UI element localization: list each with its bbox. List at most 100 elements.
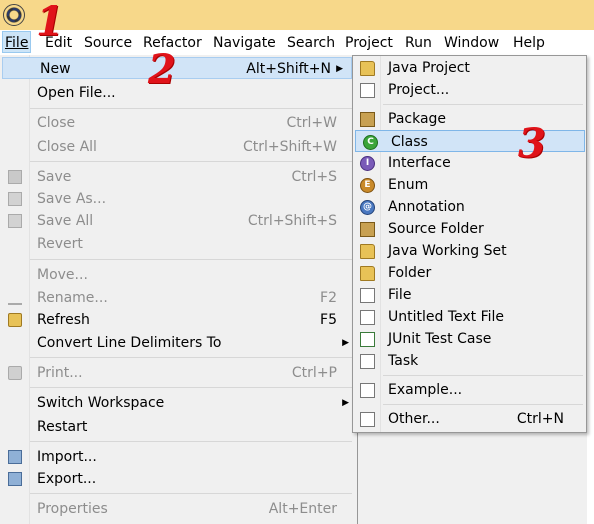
- submenu-arrow-icon: ▶: [336, 64, 343, 74]
- eclipse-icon[interactable]: [3, 4, 25, 26]
- file-menu: New Alt+Shift+N ▶ Open File... Close Ctr…: [0, 55, 358, 524]
- annotation-step-2: 2: [148, 46, 176, 93]
- menu-item-restart[interactable]: Restart: [0, 416, 357, 438]
- menu-item-label: Other...: [388, 411, 440, 427]
- menu-separator: [30, 441, 352, 442]
- menu-run[interactable]: Run: [405, 33, 432, 53]
- menu-item-label: File: [388, 287, 412, 303]
- menu-item-convert-line-delimiters[interactable]: Convert Line Delimiters To ▶: [0, 332, 357, 354]
- menu-item-print[interactable]: Print... Ctrl+P: [0, 362, 357, 384]
- submenu-item-interface[interactable]: I Interface: [353, 152, 586, 174]
- menu-item-rename[interactable]: Rename... F2: [0, 287, 357, 309]
- package-icon: [360, 112, 375, 127]
- menu-item-label: Project...: [388, 82, 450, 98]
- menu-item-close-all[interactable]: Close All Ctrl+Shift+W: [0, 136, 357, 158]
- menu-separator: [383, 375, 583, 376]
- menu-item-label: Export...: [37, 471, 97, 487]
- menu-separator: [30, 108, 352, 109]
- shortcut-label: Ctrl+P: [291, 365, 337, 381]
- menu-item-move[interactable]: Move...: [0, 264, 357, 286]
- menu-item-open-file[interactable]: Open File...: [0, 82, 357, 104]
- shortcut-label: Ctrl+N: [516, 411, 564, 427]
- menu-source[interactable]: Source: [84, 33, 132, 53]
- submenu-item-package[interactable]: Package: [353, 108, 586, 130]
- submenu-item-project[interactable]: Project...: [353, 79, 586, 101]
- menu-item-label: Switch Workspace: [37, 395, 165, 411]
- menu-item-label: Close All: [37, 139, 97, 155]
- menu-item-label: Folder: [388, 265, 432, 281]
- submenu-item-junit-test-case[interactable]: JUnit Test Case: [353, 328, 586, 350]
- menu-item-label: Save: [37, 169, 72, 185]
- menu-item-label: Rename...: [37, 290, 108, 306]
- menu-item-close[interactable]: Close Ctrl+W: [0, 112, 357, 134]
- shortcut-label: F2: [320, 290, 337, 306]
- shortcut-label: Alt+Enter: [268, 501, 337, 517]
- menu-item-label: Save As...: [37, 191, 107, 207]
- submenu-arrow-icon: ▶: [342, 398, 349, 408]
- submenu-item-annotation[interactable]: @ Annotation: [353, 196, 586, 218]
- menu-item-label: Convert Line Delimiters To: [37, 335, 222, 351]
- menu-separator: [383, 404, 583, 405]
- refresh-icon: [8, 313, 22, 327]
- menu-help[interactable]: Help: [513, 33, 545, 53]
- menu-separator: [30, 357, 352, 358]
- menu-item-label: Move...: [37, 267, 88, 283]
- shortcut-label: Ctrl+W: [286, 115, 337, 131]
- menu-item-switch-workspace[interactable]: Switch Workspace ▶: [0, 392, 357, 414]
- shortcut-label: Ctrl+Shift+W: [242, 139, 337, 155]
- menu-item-label: Refresh: [37, 312, 90, 328]
- menu-item-properties[interactable]: Properties Alt+Enter: [0, 498, 357, 520]
- enum-icon: E: [360, 178, 375, 193]
- menu-item-label: Open File...: [37, 85, 116, 101]
- menu-bar: File Edit Source Refactor Navigate Searc…: [0, 30, 594, 55]
- submenu-item-folder[interactable]: Folder: [353, 262, 586, 284]
- menu-item-label: Restart: [37, 419, 88, 435]
- menu-item-label: Untitled Text File: [388, 309, 505, 325]
- menu-item-export[interactable]: Export...: [0, 468, 357, 490]
- submenu-item-task[interactable]: Task: [353, 350, 586, 372]
- menu-separator: [30, 387, 352, 388]
- print-icon: [8, 366, 22, 380]
- menu-separator: [383, 104, 583, 105]
- menu-search[interactable]: Search: [287, 33, 335, 53]
- menu-item-revert[interactable]: Revert: [0, 233, 357, 255]
- menu-separator: [30, 161, 352, 162]
- menu-item-label: Class: [391, 134, 428, 150]
- import-icon: [8, 450, 22, 464]
- menu-item-label: Properties: [37, 501, 108, 517]
- submenu-item-java-project[interactable]: Java Project: [353, 57, 586, 79]
- menu-item-label: New: [40, 61, 71, 77]
- menu-item-import[interactable]: Import...: [0, 446, 357, 468]
- submenu-item-java-working-set[interactable]: Java Working Set: [353, 240, 586, 262]
- menu-item-label: Enum: [388, 177, 429, 193]
- menu-item-label: Import...: [37, 449, 97, 465]
- submenu-item-class[interactable]: C Class: [355, 130, 585, 152]
- menu-item-label: Task: [388, 353, 419, 369]
- menu-file[interactable]: File: [2, 31, 32, 53]
- shortcut-label: Ctrl+Shift+S: [247, 213, 337, 229]
- menu-window[interactable]: Window: [444, 33, 499, 53]
- folder-icon: [360, 266, 375, 281]
- submenu-item-file[interactable]: File: [353, 284, 586, 306]
- menu-navigate[interactable]: Navigate: [213, 33, 276, 53]
- submenu-arrow-icon: ▶: [342, 338, 349, 348]
- submenu-item-other[interactable]: Other... Ctrl+N: [353, 408, 586, 430]
- submenu-item-source-folder[interactable]: Source Folder: [353, 218, 586, 240]
- submenu-item-enum[interactable]: E Enum: [353, 174, 586, 196]
- menu-project[interactable]: Project: [345, 33, 393, 53]
- menu-item-save-all[interactable]: Save All Ctrl+Shift+S: [0, 210, 357, 232]
- shortcut-label: Ctrl+S: [291, 169, 337, 185]
- title-bar: [0, 0, 594, 30]
- menu-item-label: Annotation: [388, 199, 465, 215]
- background-panel: [587, 55, 594, 524]
- menu-item-save-as[interactable]: Save As...: [0, 188, 357, 210]
- export-icon: [8, 472, 22, 486]
- menu-item-refresh[interactable]: Refresh F5: [0, 309, 357, 331]
- menu-item-label: Save All: [37, 213, 94, 229]
- submenu-item-example[interactable]: Example...: [353, 379, 586, 401]
- interface-icon: I: [360, 156, 375, 171]
- menu-item-label: Close: [37, 115, 76, 131]
- menu-item-new[interactable]: New Alt+Shift+N ▶: [2, 57, 352, 79]
- submenu-item-untitled-text-file[interactable]: Untitled Text File: [353, 306, 586, 328]
- menu-item-save[interactable]: Save Ctrl+S: [0, 166, 357, 188]
